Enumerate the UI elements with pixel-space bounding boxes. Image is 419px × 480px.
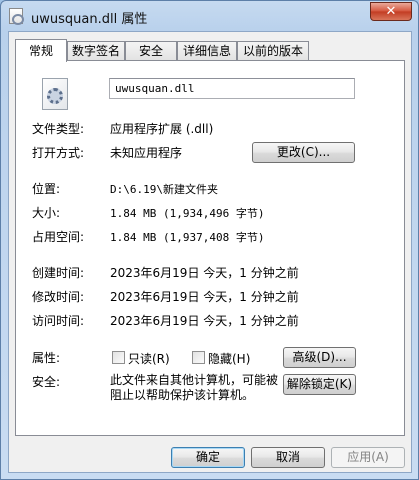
tab-previous-versions[interactable]: 以前的版本 [237, 41, 309, 61]
separator [31, 111, 356, 112]
title-bar[interactable]: uwusquan.dll 属性 ✕ [1, 1, 418, 31]
hidden-label[interactable]: 隐藏(H) [208, 350, 250, 367]
dll-file-icon [42, 78, 68, 110]
open-with-value: 未知应用程序 [110, 146, 183, 160]
properties-window: uwusquan.dll 属性 ✕ 常规 数字签名 安全 详细信息 以前的版本 … [0, 0, 419, 480]
size-on-disk-label: 占用空间: [32, 230, 85, 244]
size-label: 大小: [32, 206, 61, 220]
file-name-input[interactable]: uwusquan.dll [109, 78, 355, 99]
hidden-checkbox[interactable] [192, 351, 205, 364]
apply-button[interactable]: 应用(A) [331, 447, 405, 468]
tab-general[interactable]: 常规 [15, 39, 67, 62]
accessed-value: 2023年6月19日 今天，1 分钟之前 [110, 314, 299, 328]
tab-details[interactable]: 详细信息 [177, 41, 237, 61]
window-title: uwusquan.dll 属性 [31, 12, 148, 27]
modified-label: 修改时间: [32, 290, 85, 304]
security-message: 此文件来自其他计算机，可能被阻止以帮助保护该计算机。 [110, 373, 279, 402]
ok-button[interactable]: 确定 [171, 447, 245, 468]
change-button[interactable]: 更改(C)... [252, 142, 355, 163]
file-type-label: 文件类型: [32, 122, 85, 136]
location-value: D:\6.19\新建文件夹 [110, 183, 218, 196]
tab-digital-signatures[interactable]: 数字签名 [67, 41, 125, 61]
general-panel: uwusquan.dll 文件类型: 应用程序扩展 (.dll) 打开方式: 未… [15, 60, 405, 436]
location-label: 位置: [32, 182, 61, 196]
cancel-button[interactable]: 取消 [251, 447, 325, 468]
readonly-checkbox[interactable] [112, 351, 125, 364]
size-value: 1.84 MB (1,934,496 字节) [110, 207, 265, 220]
tab-security[interactable]: 安全 [125, 41, 177, 61]
security-label: 安全: [32, 375, 61, 389]
separator [31, 338, 356, 339]
advanced-button[interactable]: 高级(D)... [283, 347, 356, 368]
modified-value: 2023年6月19日 今天，1 分钟之前 [110, 290, 299, 304]
readonly-label[interactable]: 只读(R) [128, 350, 170, 367]
open-with-label: 打开方式: [32, 146, 85, 160]
created-label: 创建时间: [32, 266, 85, 280]
attributes-label: 属性: [32, 351, 61, 365]
separator [31, 169, 356, 170]
dialog-client: 常规 数字签名 安全 详细信息 以前的版本 uwusquan.dll 文件类型:… [8, 31, 412, 473]
accessed-label: 访问时间: [32, 314, 85, 328]
created-value: 2023年6月19日 今天，1 分钟之前 [110, 266, 299, 280]
size-on-disk-value: 1.84 MB (1,937,408 字节) [110, 231, 265, 244]
file-type-value: 应用程序扩展 (.dll) [110, 122, 214, 136]
unblock-button[interactable]: 解除锁定(K) [283, 374, 356, 395]
dll-file-icon [9, 8, 24, 25]
close-button[interactable]: ✕ [370, 2, 412, 21]
separator [31, 254, 356, 255]
gear-icon [47, 88, 63, 104]
